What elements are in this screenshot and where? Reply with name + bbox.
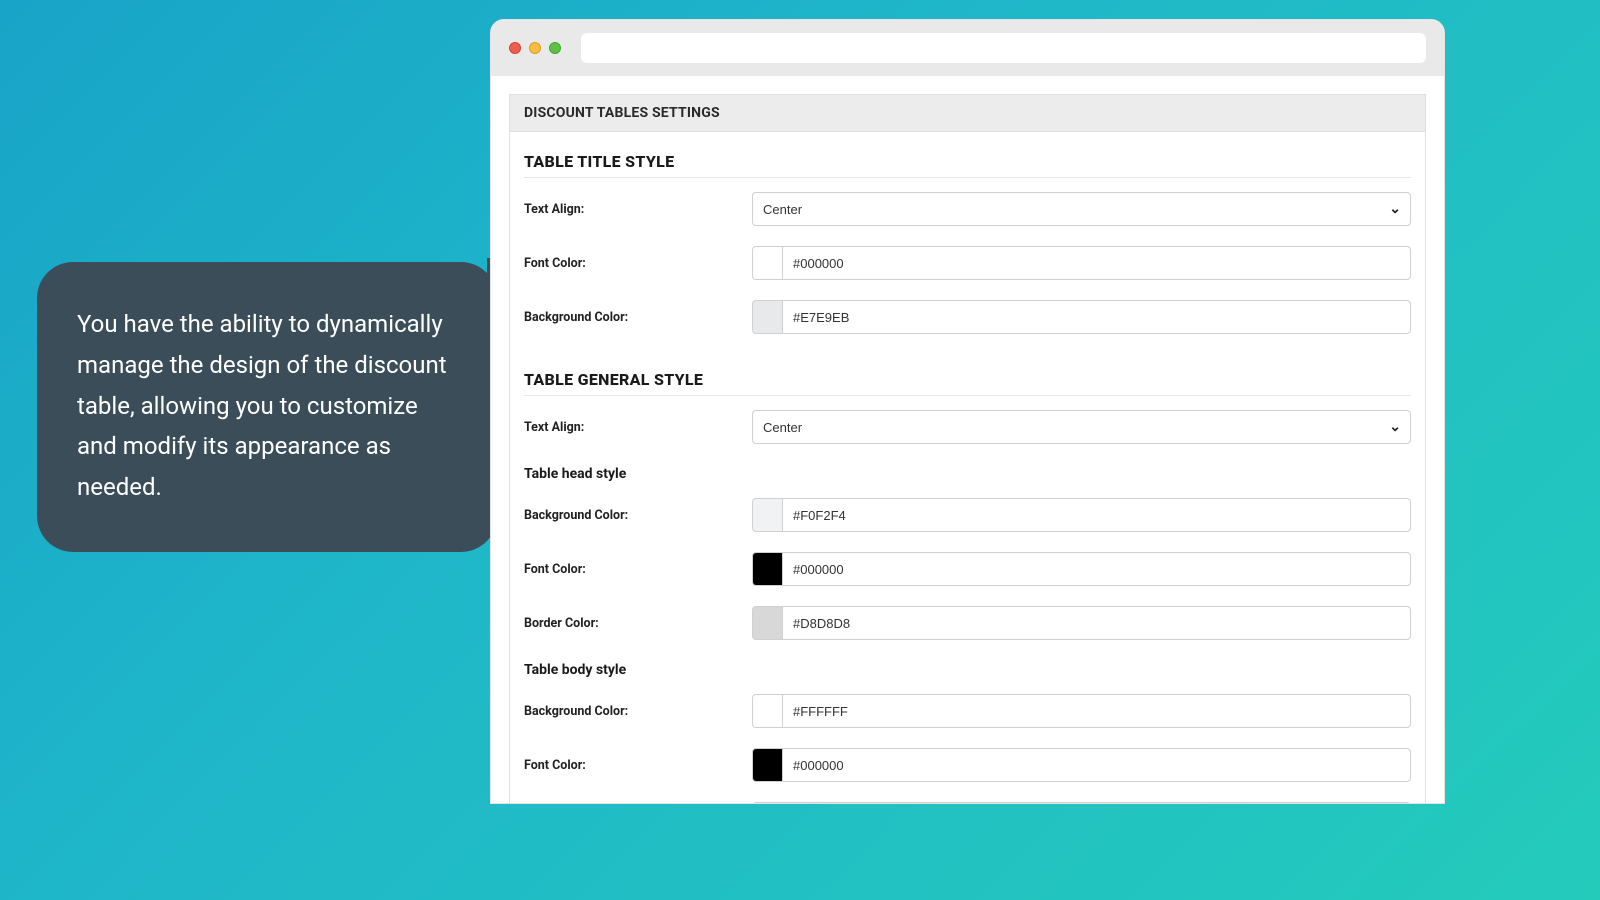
subsection-head-style: Table head style [524,454,1411,488]
background-color-field[interactable] [782,300,1411,334]
color-swatch[interactable] [752,246,782,280]
color-swatch[interactable] [752,694,782,728]
label-text-align: Text Align: [524,420,738,435]
row-body-border: Border Color: [524,792,1411,803]
body-font-input [752,748,1411,782]
color-swatch[interactable] [752,606,782,640]
app-window: DISCOUNT TABLES SETTINGS TABLE TITLE STY… [490,19,1445,804]
text-align-select-wrap: ⌄ [752,410,1411,444]
head-border-input [752,606,1411,640]
head-bg-field[interactable] [782,498,1411,532]
head-font-input [752,552,1411,586]
text-align-select-wrap: ⌄ [752,192,1411,226]
row-text-align: Text Align: ⌄ [524,182,1411,236]
body-bg-input [752,694,1411,728]
label-font-color: Font Color: [524,256,738,271]
label-background-color: Background Color: [524,508,738,523]
body-font-field[interactable] [782,748,1411,782]
head-font-field[interactable] [782,552,1411,586]
row-text-align: Text Align: ⌄ [524,400,1411,454]
row-body-font: Font Color: [524,738,1411,792]
window-minimize-icon[interactable] [529,42,541,54]
section-heading: TABLE TITLE STYLE [524,146,1411,178]
font-color-field[interactable] [782,246,1411,280]
background-color-input [752,300,1411,334]
info-callout: You have the ability to dynamically mana… [37,262,497,552]
label-font-color: Font Color: [524,562,738,577]
panel-title: DISCOUNT TABLES SETTINGS [509,94,1426,132]
section-table-general-style: TABLE GENERAL STYLE Text Align: ⌄ Table … [509,344,1426,803]
text-align-select[interactable] [752,410,1411,444]
row-head-bg: Background Color: [524,488,1411,542]
font-color-input [752,246,1411,280]
color-swatch[interactable] [752,300,782,334]
row-background-color: Background Color: [524,290,1411,344]
subsection-body-style: Table body style [524,650,1411,684]
section-heading: TABLE GENERAL STYLE [524,364,1411,396]
row-font-color: Font Color: [524,236,1411,290]
label-text-align: Text Align: [524,202,738,217]
label-font-color: Font Color: [524,758,738,773]
body-bg-field[interactable] [782,694,1411,728]
head-border-field[interactable] [782,606,1411,640]
label-border-color: Border Color: [524,616,738,631]
label-background-color: Background Color: [524,704,738,719]
row-head-font: Font Color: [524,542,1411,596]
color-swatch[interactable] [752,552,782,586]
window-maximize-icon[interactable] [549,42,561,54]
row-head-border: Border Color: [524,596,1411,650]
color-swatch[interactable] [752,498,782,532]
section-table-title-style: TABLE TITLE STYLE Text Align: ⌄ Font Col… [509,132,1426,344]
body-border-input [752,802,1411,803]
color-swatch[interactable] [752,748,782,782]
callout-text: You have the ability to dynamically mana… [77,310,447,501]
window-close-icon[interactable] [509,42,521,54]
window-titlebar [491,20,1444,76]
head-bg-input [752,498,1411,532]
color-swatch[interactable] [752,802,782,803]
body-border-field[interactable] [782,802,1411,803]
text-align-select[interactable] [752,192,1411,226]
label-background-color: Background Color: [524,310,738,325]
row-body-bg: Background Color: [524,684,1411,738]
content-area: DISCOUNT TABLES SETTINGS TABLE TITLE STY… [491,76,1444,803]
url-bar[interactable] [581,33,1426,63]
